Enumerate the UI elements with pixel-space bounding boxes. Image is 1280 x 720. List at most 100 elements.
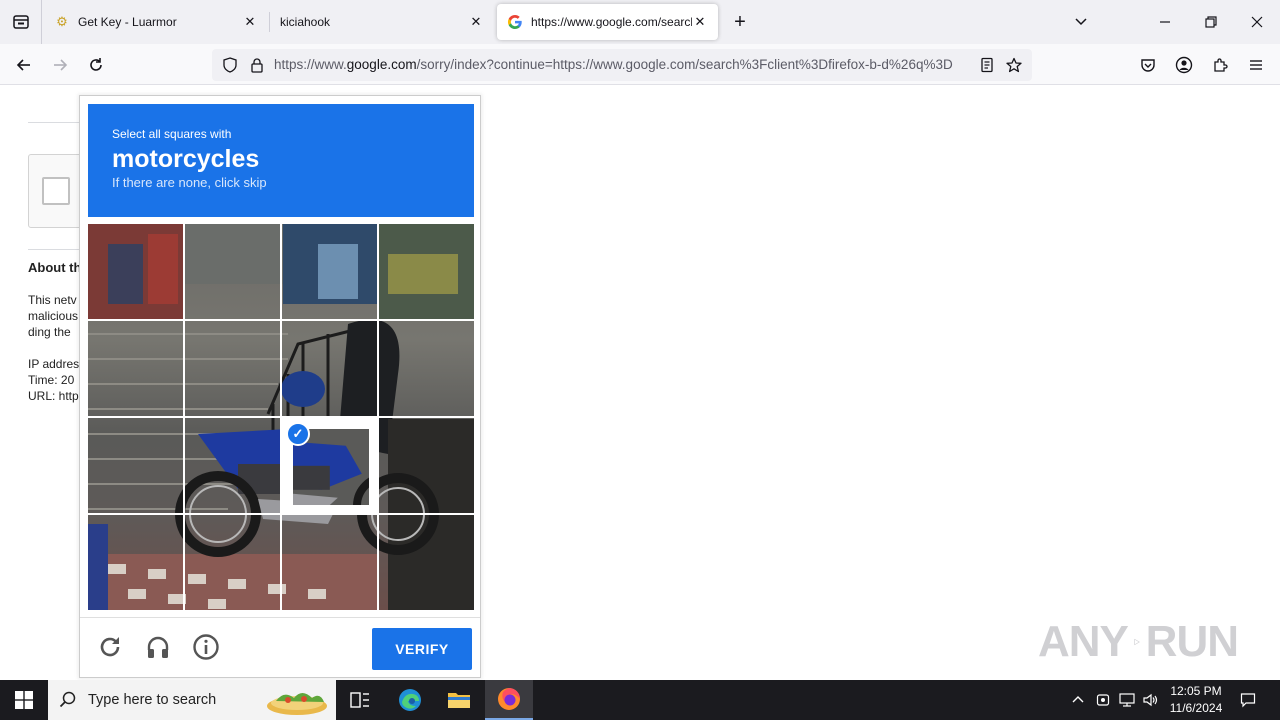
grid-tile[interactable]	[379, 224, 474, 319]
search-placeholder: Type here to search	[88, 692, 217, 708]
grid-line	[88, 513, 474, 515]
close-tab-icon[interactable]: ✕	[468, 14, 484, 30]
reload-button[interactable]	[81, 50, 111, 80]
firefox-view-icon	[12, 15, 29, 29]
grid-tile[interactable]	[185, 224, 280, 319]
grid-tile[interactable]	[379, 418, 474, 513]
grid-tile[interactable]	[379, 321, 474, 416]
arrow-right-icon	[54, 59, 68, 71]
puzzle-piece-icon	[1214, 58, 1228, 72]
bookmark-star-icon[interactable]	[1006, 57, 1022, 73]
tab-kiciahook[interactable]: kiciahook ✕	[270, 4, 494, 40]
back-button[interactable]	[9, 50, 39, 80]
start-button[interactable]	[0, 680, 48, 720]
account-button[interactable]	[1169, 50, 1199, 80]
firefox-view-button[interactable]	[0, 0, 42, 44]
extensions-button[interactable]	[1205, 50, 1235, 80]
pocket-button[interactable]	[1133, 50, 1163, 80]
play-logo-icon	[1134, 638, 1140, 646]
firefox-icon	[498, 688, 520, 710]
search-icon	[48, 691, 88, 709]
volume-button[interactable]	[1140, 680, 1162, 720]
close-icon	[1251, 16, 1263, 28]
grid-tile[interactable]	[88, 515, 183, 610]
clock-date: 11/6/2024	[1169, 701, 1223, 715]
grid-line	[88, 416, 474, 418]
clock-time: 12:05 PM	[1170, 684, 1222, 698]
grid-tile[interactable]	[185, 515, 280, 610]
grid-tile[interactable]	[185, 321, 280, 416]
audio-challenge-button[interactable]	[143, 632, 173, 662]
tab-label: Get Key - Luarmor	[78, 15, 177, 29]
minimize-button[interactable]	[1142, 0, 1188, 44]
restore-icon	[1205, 16, 1217, 28]
chevron-up-icon	[1072, 696, 1084, 703]
list-all-tabs-button[interactable]	[1058, 0, 1104, 44]
grid-tile[interactable]	[282, 515, 377, 610]
edge-taskbar-button[interactable]	[386, 680, 434, 720]
help-button[interactable]	[191, 632, 221, 662]
task-view-button[interactable]	[336, 680, 384, 720]
google-favicon-icon	[507, 15, 522, 29]
firefox-taskbar-button[interactable]	[485, 680, 533, 720]
grid-tile[interactable]	[379, 515, 474, 610]
folder-icon	[448, 693, 470, 708]
challenge-hint: If there are none, click skip	[112, 175, 267, 190]
tracking-protection-shield-icon[interactable]	[222, 57, 238, 73]
pocket-icon	[1141, 59, 1155, 72]
lock-icon[interactable]	[249, 57, 265, 73]
network-button[interactable]	[1116, 680, 1138, 720]
reader-view-icon[interactable]	[979, 57, 995, 73]
close-tab-icon[interactable]: ✕	[242, 14, 258, 30]
navigation-toolbar: https://www.google.com/sorry/index?conti…	[0, 44, 1280, 85]
tray-app-button[interactable]	[1092, 680, 1114, 720]
checkmark-icon: ✓	[286, 422, 310, 446]
tab-google-search[interactable]: https://www.google.com/search ✕	[497, 4, 718, 40]
verify-button[interactable]: VERIFY	[372, 628, 472, 670]
challenge-instruction: Select all squares with	[112, 127, 232, 141]
recaptcha-checkbox[interactable]	[42, 177, 70, 205]
time-line: Time: 20	[28, 373, 75, 387]
minimize-icon	[1160, 21, 1170, 23]
tab-strip: ⚙ Get Key - Luarmor ✕ kiciahook ✕ https:…	[0, 0, 1280, 44]
about-heading: About th	[28, 260, 82, 275]
windows-taskbar: Type here to search 12:05 PM 11/6/2024	[0, 680, 1280, 720]
refresh-icon	[100, 637, 120, 657]
ip-address-line: IP addres	[28, 357, 80, 371]
about-text-line: malicious	[28, 309, 79, 323]
challenge-footer: VERIFY	[80, 617, 480, 677]
edge-browser-icon	[399, 689, 421, 711]
grid-tile[interactable]	[282, 321, 377, 416]
grid-tile[interactable]	[88, 224, 183, 319]
file-explorer-taskbar-button[interactable]	[435, 680, 483, 720]
grid-tile[interactable]	[185, 418, 280, 513]
restore-button[interactable]	[1188, 0, 1234, 44]
close-tab-icon[interactable]: ✕	[692, 14, 708, 30]
luarmor-favicon-icon: ⚙	[56, 14, 68, 29]
speaker-icon	[1143, 693, 1158, 707]
notifications-button[interactable]	[1236, 680, 1260, 720]
grid-tile[interactable]	[88, 418, 183, 513]
watermark-right: RUN	[1145, 617, 1239, 666]
taskbar-search-box[interactable]: Type here to search	[48, 680, 336, 720]
about-text-line: ding the	[28, 325, 71, 339]
clock[interactable]: 12:05 PM 11/6/2024	[1162, 683, 1230, 717]
tab-get-key[interactable]: ⚙ Get Key - Luarmor ✕	[44, 4, 268, 40]
grid-tile[interactable]	[282, 224, 377, 319]
forward-button[interactable]	[45, 50, 75, 80]
url-text[interactable]: https://www.google.com/sorry/index?conti…	[274, 49, 970, 81]
info-icon	[193, 634, 219, 660]
app-menu-button[interactable]	[1241, 50, 1271, 80]
reload-challenge-button[interactable]	[95, 632, 125, 662]
search-highlight-illustration-icon	[267, 693, 327, 715]
grid-line	[88, 319, 474, 321]
close-window-button[interactable]	[1234, 0, 1280, 44]
chevron-down-icon	[1075, 18, 1087, 26]
show-hidden-icons-button[interactable]	[1068, 680, 1088, 720]
hamburger-menu-icon	[1250, 60, 1262, 70]
address-bar[interactable]: https://www.google.com/sorry/index?conti…	[212, 49, 1032, 81]
grid-tile[interactable]	[88, 321, 183, 416]
challenge-header: Select all squares with motorcycles If t…	[88, 104, 474, 217]
grid-tile-selected[interactable]: ✓	[282, 418, 377, 513]
new-tab-button[interactable]: +	[728, 10, 752, 34]
